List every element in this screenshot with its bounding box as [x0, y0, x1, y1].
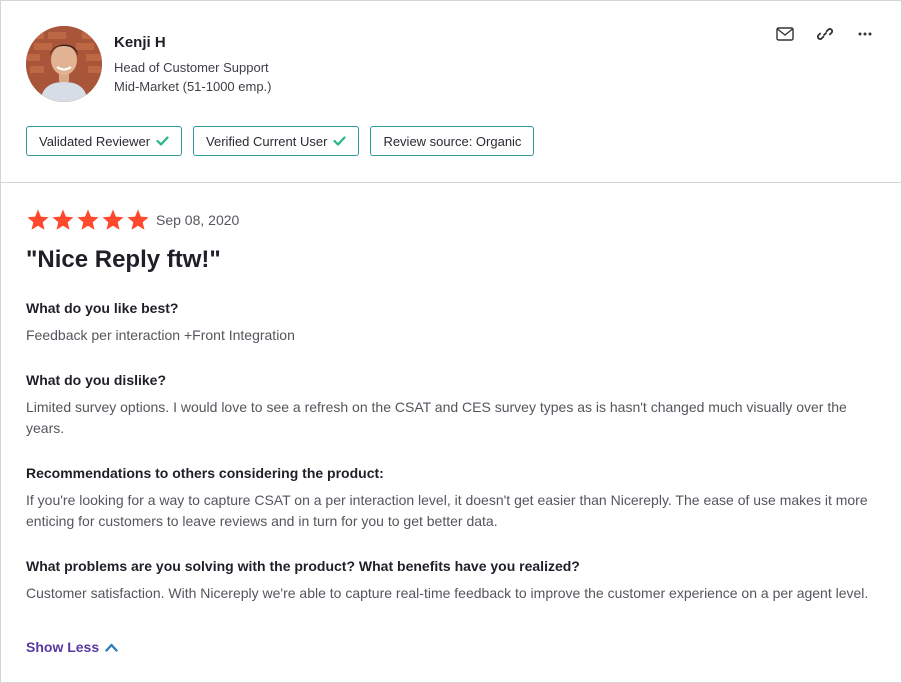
star-rating — [26, 208, 150, 232]
reviewer-avatar — [26, 26, 102, 102]
rating-row: Sep 08, 2020 — [26, 208, 239, 232]
question: What do you dislike? — [26, 372, 167, 388]
badge-label: Validated Reviewer — [39, 133, 151, 149]
check-icon — [156, 136, 169, 146]
reviewer-name: Kenji H — [114, 34, 166, 51]
answer: Customer satisfaction. With Nicereply we… — [26, 585, 869, 601]
question: What do you like best? — [26, 300, 179, 316]
qa-like-best: What do you like best? Feedback per inte… — [26, 300, 871, 346]
link-icon[interactable] — [815, 25, 835, 43]
star-icon — [52, 209, 74, 230]
answer: Feedback per interaction +Front Integrat… — [26, 327, 295, 343]
more-horizontal-icon[interactable] — [855, 25, 875, 43]
qa-problems-solved: What problems are you solving with the p… — [26, 558, 871, 604]
star-icon — [127, 209, 149, 230]
qa-dislike: What do you dislike? Limited survey opti… — [26, 372, 871, 439]
question: Recommendations to others considering th… — [26, 465, 384, 481]
review-title: "Nice Reply ftw!" — [26, 246, 221, 273]
badge-label: Verified Current User — [206, 133, 328, 149]
review-actions — [775, 25, 875, 43]
review-card: Kenji H Head of Customer Support Mid-Mar… — [0, 0, 902, 683]
show-less-button[interactable]: Show Less — [26, 639, 118, 655]
check-icon — [333, 136, 347, 146]
badge-verified-current-user: Verified Current User — [193, 126, 360, 156]
reviewer-badges: Validated Reviewer Verified Current User… — [26, 126, 535, 156]
reviewer-company-segment: Mid-Market (51-1000 emp.) — [114, 79, 272, 94]
qa-recommendations: Recommendations to others considering th… — [26, 465, 871, 532]
star-icon — [102, 209, 124, 230]
star-icon — [27, 209, 49, 230]
badge-review-source: Review source: Organic — [370, 126, 535, 156]
badge-validated-reviewer: Validated Reviewer — [26, 126, 183, 156]
show-less-label: Show Less — [26, 639, 100, 655]
badge-label: Review source: Organic — [383, 133, 522, 149]
star-icon — [77, 209, 99, 230]
envelope-icon[interactable] — [775, 25, 795, 43]
reviewer-title: Head of Customer Support — [114, 60, 269, 75]
review-date: Sep 08, 2020 — [156, 212, 240, 228]
chevron-up-icon — [105, 639, 118, 655]
reviewer-header: Kenji H Head of Customer Support Mid-Mar… — [1, 1, 901, 183]
question: What problems are you solving with the p… — [26, 558, 580, 574]
answer: Limited survey options. I would love to … — [26, 399, 847, 436]
answer: If you're looking for a way to capture C… — [26, 492, 868, 529]
